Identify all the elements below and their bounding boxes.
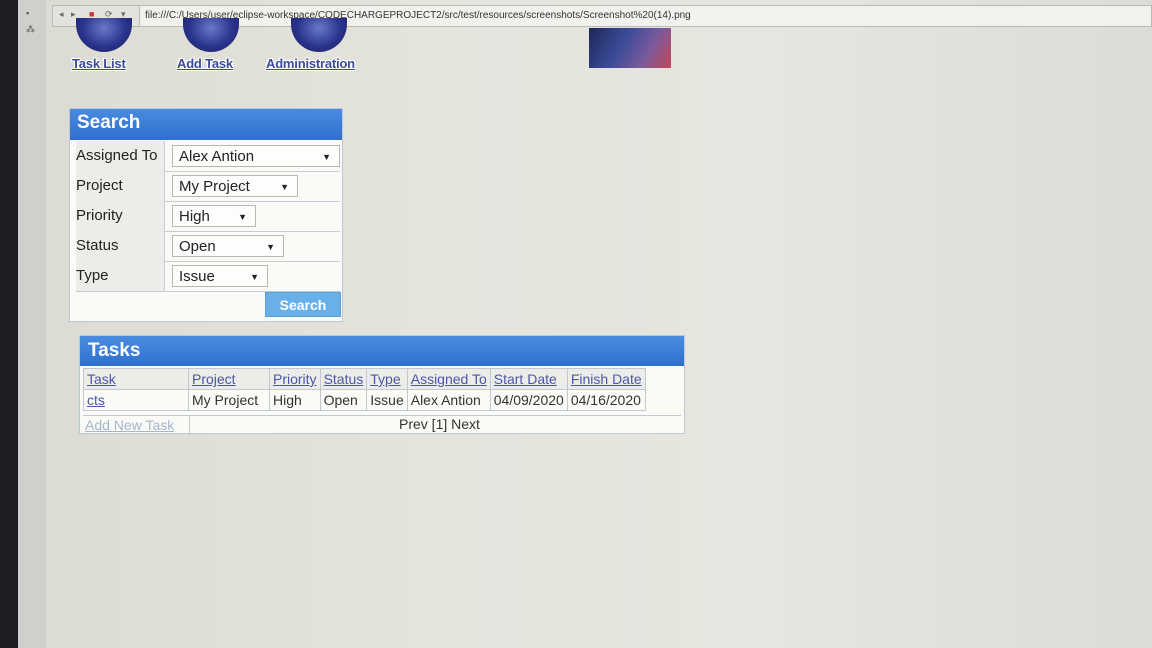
assigned-to-select[interactable]: Alex Antion ▼	[172, 145, 340, 167]
search-row-project: Project My Project ▼	[76, 171, 340, 202]
sort-finish-date-link[interactable]: Finish Date	[571, 371, 642, 387]
chevron-down-icon: ▼	[322, 152, 331, 162]
search-row-type: Type Issue ▼	[76, 261, 340, 292]
chevron-down-icon: ▼	[266, 242, 275, 252]
project-label: Project	[76, 171, 165, 201]
status-select[interactable]: Open ▼	[172, 235, 284, 257]
table-row: cts My Project High Open Issue Alex Anti…	[83, 389, 646, 411]
sort-priority-link[interactable]: Priority	[273, 371, 317, 387]
back-icon[interactable]: ◂	[59, 9, 64, 20]
tasks-panel-title: Tasks	[80, 336, 684, 366]
chevron-down-icon: ▼	[250, 272, 259, 282]
sort-assigned-to-link[interactable]: Assigned To	[411, 371, 487, 387]
search-panel: Search Assigned To Alex Antion ▼ Project…	[69, 108, 343, 322]
project-cell: My Project	[188, 389, 270, 411]
column-header-task[interactable]: Task	[83, 368, 189, 390]
nav-administration[interactable]: Administration	[266, 56, 355, 71]
nav-add-task[interactable]: Add Task	[177, 56, 233, 71]
priority-label: Priority	[76, 201, 165, 231]
add-task-icon[interactable]	[183, 18, 239, 52]
column-header-start-date[interactable]: Start Date	[489, 368, 568, 390]
chevron-down-icon: ▼	[238, 212, 247, 222]
priority-cell: High	[269, 389, 321, 411]
status-label: Status	[76, 231, 165, 261]
priority-select[interactable]: High ▼	[172, 205, 256, 227]
priority-value: High	[179, 208, 210, 225]
browser-viewport: ◂ ▸ ■ ⟳ ▾ file:///C:/Users/user/eclipse-…	[46, 0, 1152, 648]
assigned-to-label: Assigned To	[76, 141, 165, 171]
search-panel-title: Search	[70, 109, 342, 140]
task-list-icon[interactable]	[76, 18, 132, 52]
column-header-finish-date[interactable]: Finish Date	[566, 368, 646, 390]
nav-task-list[interactable]: Task List	[72, 56, 126, 71]
footer-divider	[189, 416, 190, 435]
sort-type-link[interactable]: Type	[370, 371, 400, 387]
search-row-priority: Priority High ▼	[76, 201, 340, 232]
task-link[interactable]: cts	[87, 392, 105, 408]
administration-icon[interactable]	[291, 18, 347, 52]
forward-icon[interactable]: ▸	[71, 9, 76, 20]
column-header-type[interactable]: Type	[366, 368, 408, 390]
sort-project-link[interactable]: Project	[192, 371, 236, 387]
chevron-down-icon: ▼	[280, 182, 289, 192]
project-select[interactable]: My Project ▼	[172, 175, 298, 197]
tasks-footer: Add New Task Prev [1] Next	[83, 415, 681, 435]
column-header-project[interactable]: Project	[188, 368, 270, 390]
status-cell: Open	[319, 389, 368, 411]
column-header-assigned-to[interactable]: Assigned To	[406, 368, 491, 390]
status-value: Open	[179, 238, 216, 255]
sort-start-date-link[interactable]: Start Date	[494, 371, 557, 387]
sort-task-link[interactable]: Task	[87, 371, 116, 387]
task-cell[interactable]: cts	[83, 389, 189, 411]
pin-icon: ▪	[26, 8, 30, 18]
type-select[interactable]: Issue ▼	[172, 265, 268, 287]
tasks-table: Task Project Priority Status Type Assign…	[83, 368, 646, 411]
column-header-priority[interactable]: Priority	[269, 368, 321, 390]
search-row-assigned-to: Assigned To Alex Antion ▼	[76, 141, 340, 172]
header-banner-image	[589, 28, 671, 68]
search-button[interactable]: Search	[265, 292, 341, 317]
type-label: Type	[76, 261, 165, 291]
table-header-row: Task Project Priority Status Type Assign…	[83, 368, 646, 390]
type-cell: Issue	[366, 389, 408, 411]
finish-date-cell: 04/16/2020	[566, 389, 646, 411]
assigned-to-value: Alex Antion	[179, 148, 255, 165]
sort-status-link[interactable]: Status	[324, 371, 364, 387]
start-date-cell: 04/09/2020	[489, 389, 568, 411]
search-row-status: Status Open ▼	[76, 231, 340, 262]
project-value: My Project	[179, 178, 250, 195]
column-header-status[interactable]: Status	[319, 368, 368, 390]
tasks-panel: Tasks Task Project Priority Status Type …	[79, 335, 685, 435]
add-new-task-link[interactable]: Add New Task	[85, 417, 174, 433]
type-value: Issue	[179, 268, 215, 285]
pager[interactable]: Prev [1] Next	[399, 416, 480, 432]
grip-icon: ⁂	[26, 24, 35, 34]
window-left-strip: ▪ ⁂	[18, 0, 46, 648]
assigned-to-cell: Alex Antion	[406, 389, 491, 411]
